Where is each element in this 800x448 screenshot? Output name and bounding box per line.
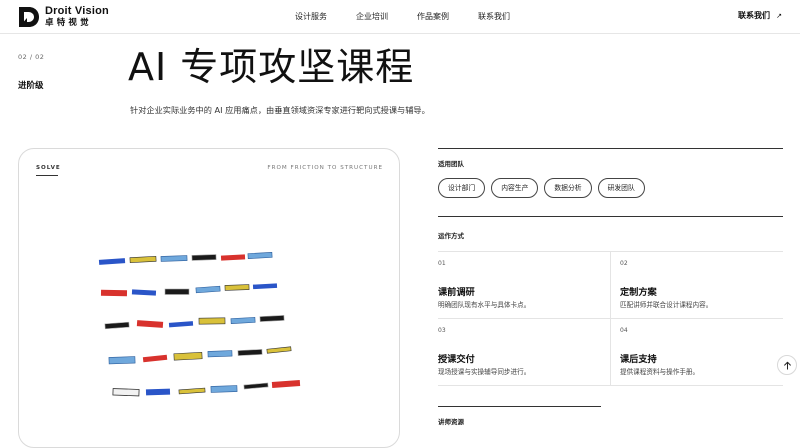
block-row-4: [108, 346, 292, 365]
workflow-grid: 01 课前调研 明确团队现有水平与具体卡点。 02 定制方案 匹配讲师并联合设计…: [438, 251, 783, 386]
contact-cta-button[interactable]: 联系我们: [738, 10, 770, 21]
step-description: 提供课程资料与操作手册。: [620, 368, 700, 376]
step-number: 03: [438, 327, 446, 334]
page-title: AI 专项攻坚课程: [128, 45, 415, 89]
block-row-3: [104, 315, 285, 330]
page-indicator: 02 / 02: [18, 53, 45, 61]
resources-label: 讲师资源: [438, 418, 464, 426]
nav-portfolio[interactable]: 作品案例: [417, 11, 449, 22]
step-number: 01: [438, 260, 446, 267]
nav-contact[interactable]: 联系我们: [478, 11, 510, 22]
arrow-up-right-icon: ↗: [776, 12, 782, 20]
chip-design-dept[interactable]: 设计部门: [438, 178, 486, 198]
nav-design-services[interactable]: 设计服务: [295, 11, 327, 22]
chip-data-analysis[interactable]: 数据分析: [544, 178, 592, 198]
nav-corporate-training[interactable]: 企业培训: [356, 11, 388, 22]
site-header: Droit Vision 卓特视觉 设计服务 企业培训 作品案例 联系我们 联系…: [0, 0, 800, 34]
workflow-step: 01 课前调研 明确团队现有水平与具体卡点。: [438, 251, 610, 318]
section-divider: [438, 148, 783, 149]
main-nav: 设计服务 企业培训 作品案例 联系我们: [0, 11, 800, 23]
arrow-up-icon: [783, 361, 791, 370]
course-level: 进阶级: [18, 81, 44, 91]
scroll-top-button[interactable]: [777, 355, 797, 375]
workflow-step: 04 课后支持 提供课程资料与操作手册。: [620, 318, 792, 385]
blocks-illustration: [98, 252, 301, 397]
workflow-step: 02 定制方案 匹配讲师并联合设计课程内容。: [620, 251, 792, 318]
block-row-2: [100, 283, 278, 297]
step-number: 02: [620, 260, 628, 267]
step-title: 定制方案: [620, 287, 657, 298]
teams-label: 适用团队: [438, 160, 464, 168]
workflow-label: 运作方式: [438, 232, 464, 240]
block-row-5: [112, 380, 301, 397]
step-title: 授课交付: [438, 354, 475, 365]
step-description: 匹配讲师并联合设计课程内容。: [620, 301, 713, 309]
workflow-step: 03 授课交付 现场授课与实操辅导同步进行。: [438, 318, 610, 385]
page-subtitle: 针对企业实际业务中的 AI 应用痛点，由垂直领域资深专家进行靶向式授课与辅导。: [130, 105, 430, 115]
step-title: 课前调研: [438, 287, 475, 298]
section-divider: [438, 216, 783, 217]
team-chips: 设计部门 内容生产 数据分析 研发团队: [438, 178, 645, 198]
chip-content-production[interactable]: 内容生产: [491, 178, 539, 198]
section-divider: [438, 406, 601, 407]
step-title: 课后支持: [620, 354, 657, 365]
block-row-1: [98, 252, 273, 265]
step-description: 明确团队现有水平与具体卡点。: [438, 301, 531, 309]
illustration-card: SOLVE FROM FRICTION TO STRUCTURE: [18, 148, 400, 448]
chip-rnd-team[interactable]: 研发团队: [597, 178, 645, 198]
step-number: 04: [620, 327, 628, 334]
step-description: 现场授课与实操辅导同步进行。: [438, 368, 531, 376]
